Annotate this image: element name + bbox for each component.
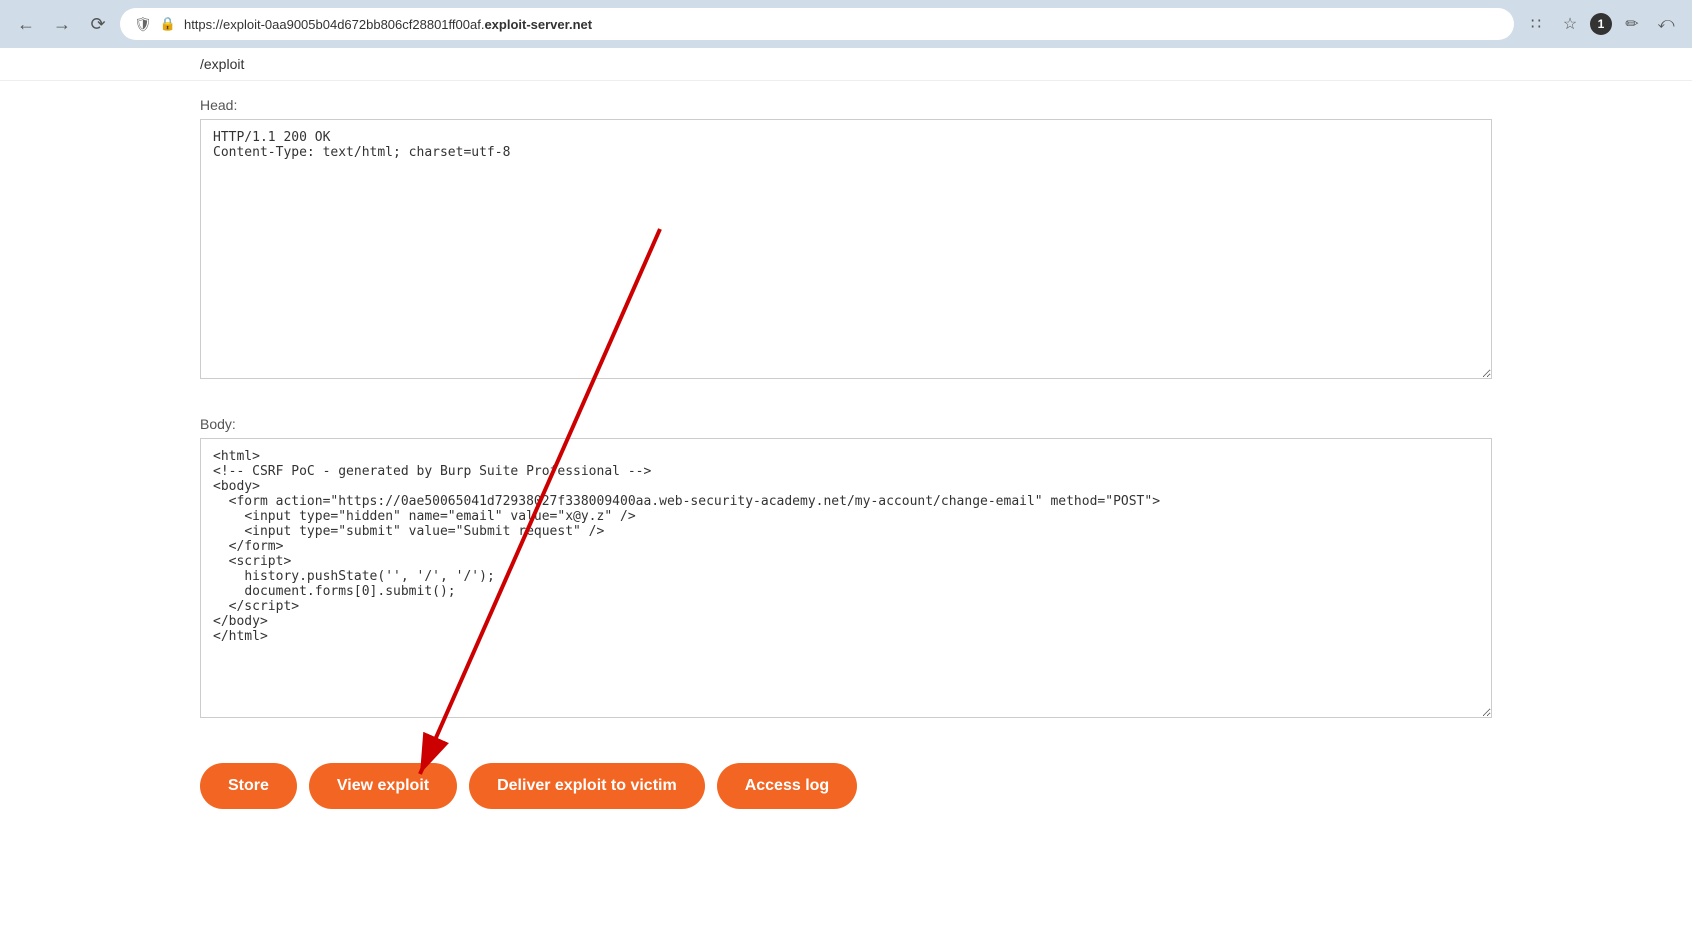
- store-button[interactable]: Store: [200, 763, 297, 809]
- buttons-row: Store View exploit Deliver exploit to vi…: [0, 739, 1692, 833]
- access-log-button[interactable]: Access log: [717, 763, 857, 809]
- url-base: https://exploit-0aa9005b04d672bb806cf288…: [184, 17, 484, 32]
- deliver-exploit-button[interactable]: Deliver exploit to victim: [469, 763, 705, 809]
- browser-chrome: ← → ⟳ 🛡 🔒 https://exploit-0aa9005b04d672…: [0, 0, 1692, 48]
- extensions-button[interactable]: ✏: [1618, 10, 1646, 38]
- body-section: Body: <html> <!-- CSRF PoC - generated b…: [0, 400, 1692, 739]
- notification-badge: 1: [1590, 13, 1612, 35]
- content-area: /exploit Head: HTTP/1.1 200 OK Content-T…: [0, 48, 1692, 925]
- body-textarea[interactable]: <html> <!-- CSRF PoC - generated by Burp…: [200, 438, 1492, 718]
- head-label: Head:: [200, 97, 1492, 113]
- url-path: /exploit: [0, 48, 1692, 81]
- reload-button[interactable]: ⟳: [84, 10, 112, 38]
- bookmark-button[interactable]: ☆: [1556, 10, 1584, 38]
- address-text: https://exploit-0aa9005b04d672bb806cf288…: [184, 17, 1500, 32]
- body-label: Body:: [200, 416, 1492, 432]
- qr-button[interactable]: ∷: [1522, 10, 1550, 38]
- back-button[interactable]: ←: [12, 10, 40, 38]
- undo-button[interactable]: ⤺: [1652, 10, 1680, 38]
- head-section: Head: HTTP/1.1 200 OK Content-Type: text…: [0, 81, 1692, 400]
- view-exploit-button[interactable]: View exploit: [309, 763, 457, 809]
- head-textarea[interactable]: HTTP/1.1 200 OK Content-Type: text/html;…: [200, 119, 1492, 379]
- page-content: /exploit Head: HTTP/1.1 200 OK Content-T…: [0, 48, 1692, 925]
- browser-actions: ∷ ☆ 1 ✏ ⤺: [1522, 10, 1680, 38]
- shield-icon: 🛡: [134, 16, 152, 33]
- url-domain: exploit-server.net: [484, 17, 592, 32]
- lock-icon: 🔒: [160, 16, 176, 32]
- forward-button[interactable]: →: [48, 10, 76, 38]
- address-bar[interactable]: 🛡 🔒 https://exploit-0aa9005b04d672bb806c…: [120, 8, 1514, 40]
